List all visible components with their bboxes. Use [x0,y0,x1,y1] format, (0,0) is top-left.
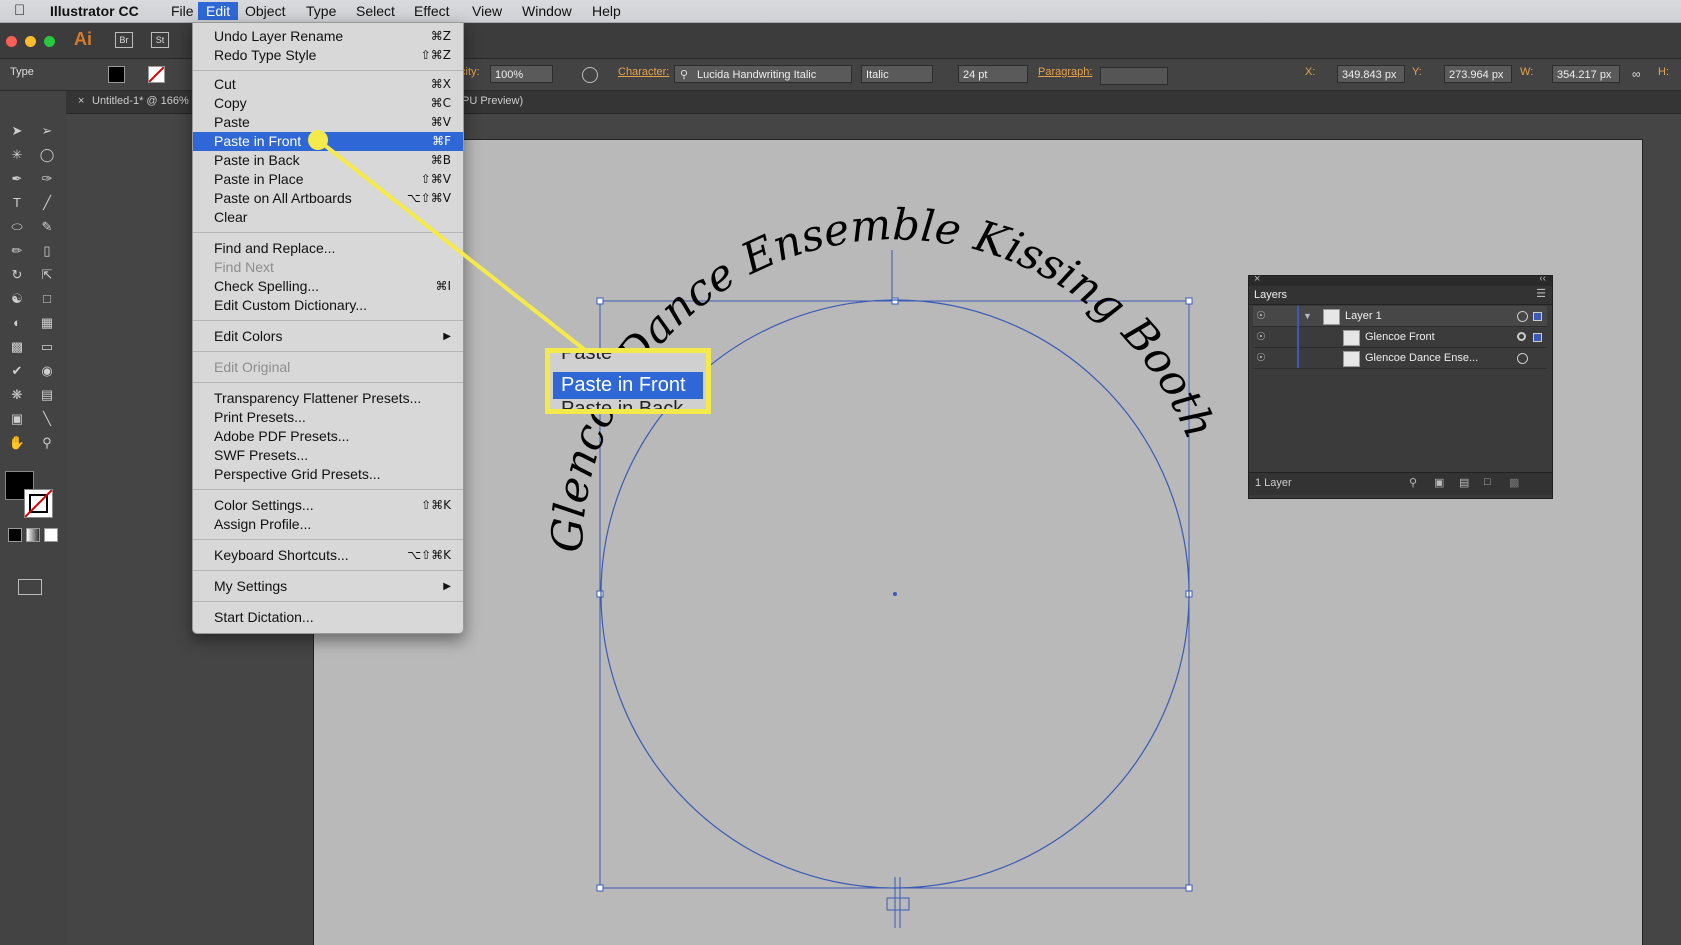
menu-item-flattener-presets[interactable]: Transparency Flattener Presets... [193,389,463,408]
submenu-arrow-icon: ▶ [443,581,451,592]
new-layer-icon[interactable]: □ [1484,476,1491,488]
tab-layers[interactable]: Layers [1254,289,1287,301]
menu-item-assign-profile[interactable]: Assign Profile... [193,515,463,534]
menu-item-redo[interactable]: Redo Type Style ⇧⌘Z [193,46,463,65]
menu-separator [193,570,463,571]
menu-item-perspective-presets[interactable]: Perspective Grid Presets... [193,465,463,484]
layers-panel-header[interactable]: × ‹‹ [1249,273,1552,286]
menu-item-edit-colors[interactable]: Edit Colors ▶ [193,327,463,346]
layer-count-label: 1 Layer [1255,477,1292,489]
menu-separator [193,382,463,383]
layers-panel: × ‹‹ Layers ☰ ☉ ▼ Layer 1 ☉ Glencoe Fron… [1248,273,1553,499]
menu-item-swf-presets[interactable]: SWF Presets... [193,446,463,465]
submenu-arrow-icon: ▶ [443,331,451,342]
menu-item-check-spelling[interactable]: Check Spelling... ⌘I [193,277,463,296]
layer-color-bar [1297,306,1299,368]
layer-name[interactable]: Glencoe Front [1365,327,1435,347]
menu-item-pdf-presets[interactable]: Adobe PDF Presets... [193,427,463,446]
menu-item-print-presets[interactable]: Print Presets... [193,408,463,427]
target-circle-icon[interactable] [1517,311,1528,322]
menu-item-keyboard-shortcuts[interactable]: Keyboard Shortcuts... ⌥⇧⌘K [193,546,463,565]
visibility-eye-icon[interactable]: ☉ [1256,306,1266,326]
menu-item-cut[interactable]: Cut ⌘X [193,75,463,94]
center-bracket-box [886,897,910,911]
menu-item-paste-on-all-artboards[interactable]: Paste on All Artboards ⌥⇧⌘V [193,189,463,208]
new-sublayer-icon[interactable]: ▤ [1459,476,1469,489]
panel-menu-icon[interactable]: ☰ [1536,287,1546,300]
menu-item-paste[interactable]: Paste ⌘V [193,113,463,132]
menu-separator [193,70,463,71]
menu-item-my-settings[interactable]: My Settings ▶ [193,577,463,596]
panel-close-icon[interactable]: × [1254,273,1260,285]
menu-item-paste-in-back[interactable]: Paste in Back ⌘B [193,151,463,170]
layer-thumbnail [1343,330,1360,346]
menu-item-start-dictation[interactable]: Start Dictation... [193,608,463,627]
menu-item-paste-in-front[interactable]: Paste in Front ⌘F [193,132,463,151]
menu-separator [193,539,463,540]
menu-item-find-next: Find Next [214,259,274,275]
callout-paste-label: Paste [561,348,613,364]
menu-item-paste-in-place[interactable]: Paste in Place ⇧⌘V [193,170,463,189]
menu-separator [193,232,463,233]
locate-object-icon[interactable]: ⚲ [1409,476,1417,489]
layer-thumbnail [1343,351,1360,367]
layer-name[interactable]: Layer 1 [1345,306,1382,326]
target-circle-icon[interactable] [1517,353,1528,364]
menu-item-find-replace[interactable]: Find and Replace... [193,239,463,258]
delete-layer-icon[interactable]: ▩ [1509,476,1519,489]
menu-separator [193,351,463,352]
disclosure-triangle-icon[interactable]: ▼ [1303,306,1312,326]
callout-zoom-box: Paste Paste in Front Paste in Back [545,348,711,414]
callout-paste-in-front-label: Paste in Front [553,372,703,399]
menu-separator [193,601,463,602]
menu-item-edit-original: Edit Original [214,359,291,375]
center-point [893,592,897,596]
menu-item-edit-dictionary[interactable]: Edit Custom Dictionary... [193,296,463,315]
menu-item-clear[interactable]: Clear [193,208,463,227]
menu-item-color-settings[interactable]: Color Settings... ⇧⌘K [193,496,463,515]
visibility-eye-icon[interactable]: ☉ [1256,348,1266,368]
layer-thumbnail [1323,309,1340,325]
target-circle-icon[interactable] [1517,332,1526,341]
edit-menu: Undo Layer Rename ⌘Z Redo Type Style ⇧⌘Z C… [192,22,464,634]
layer-name[interactable]: Glencoe Dance Ense... [1365,348,1478,368]
selection-indicator[interactable] [1533,312,1542,321]
layers-tab-row: Layers ☰ [1249,286,1552,305]
menu-item-undo[interactable]: Undo Layer Rename ⌘Z [193,27,463,46]
selection-indicator[interactable] [1533,333,1542,342]
menu-item-copy[interactable]: Copy ⌘C [193,94,463,113]
callout-paste-in-back-label: Paste in Back [561,398,684,414]
layers-panel-footer: 1 Layer ⚲ ▣ ▤ □ ▩ [1249,472,1552,495]
menu-separator [193,489,463,490]
visibility-eye-icon[interactable]: ☉ [1256,327,1266,347]
make-clipping-mask-icon[interactable]: ▣ [1434,476,1444,489]
panel-collapse-icon[interactable]: ‹‹ [1539,273,1546,284]
menu-separator [193,320,463,321]
